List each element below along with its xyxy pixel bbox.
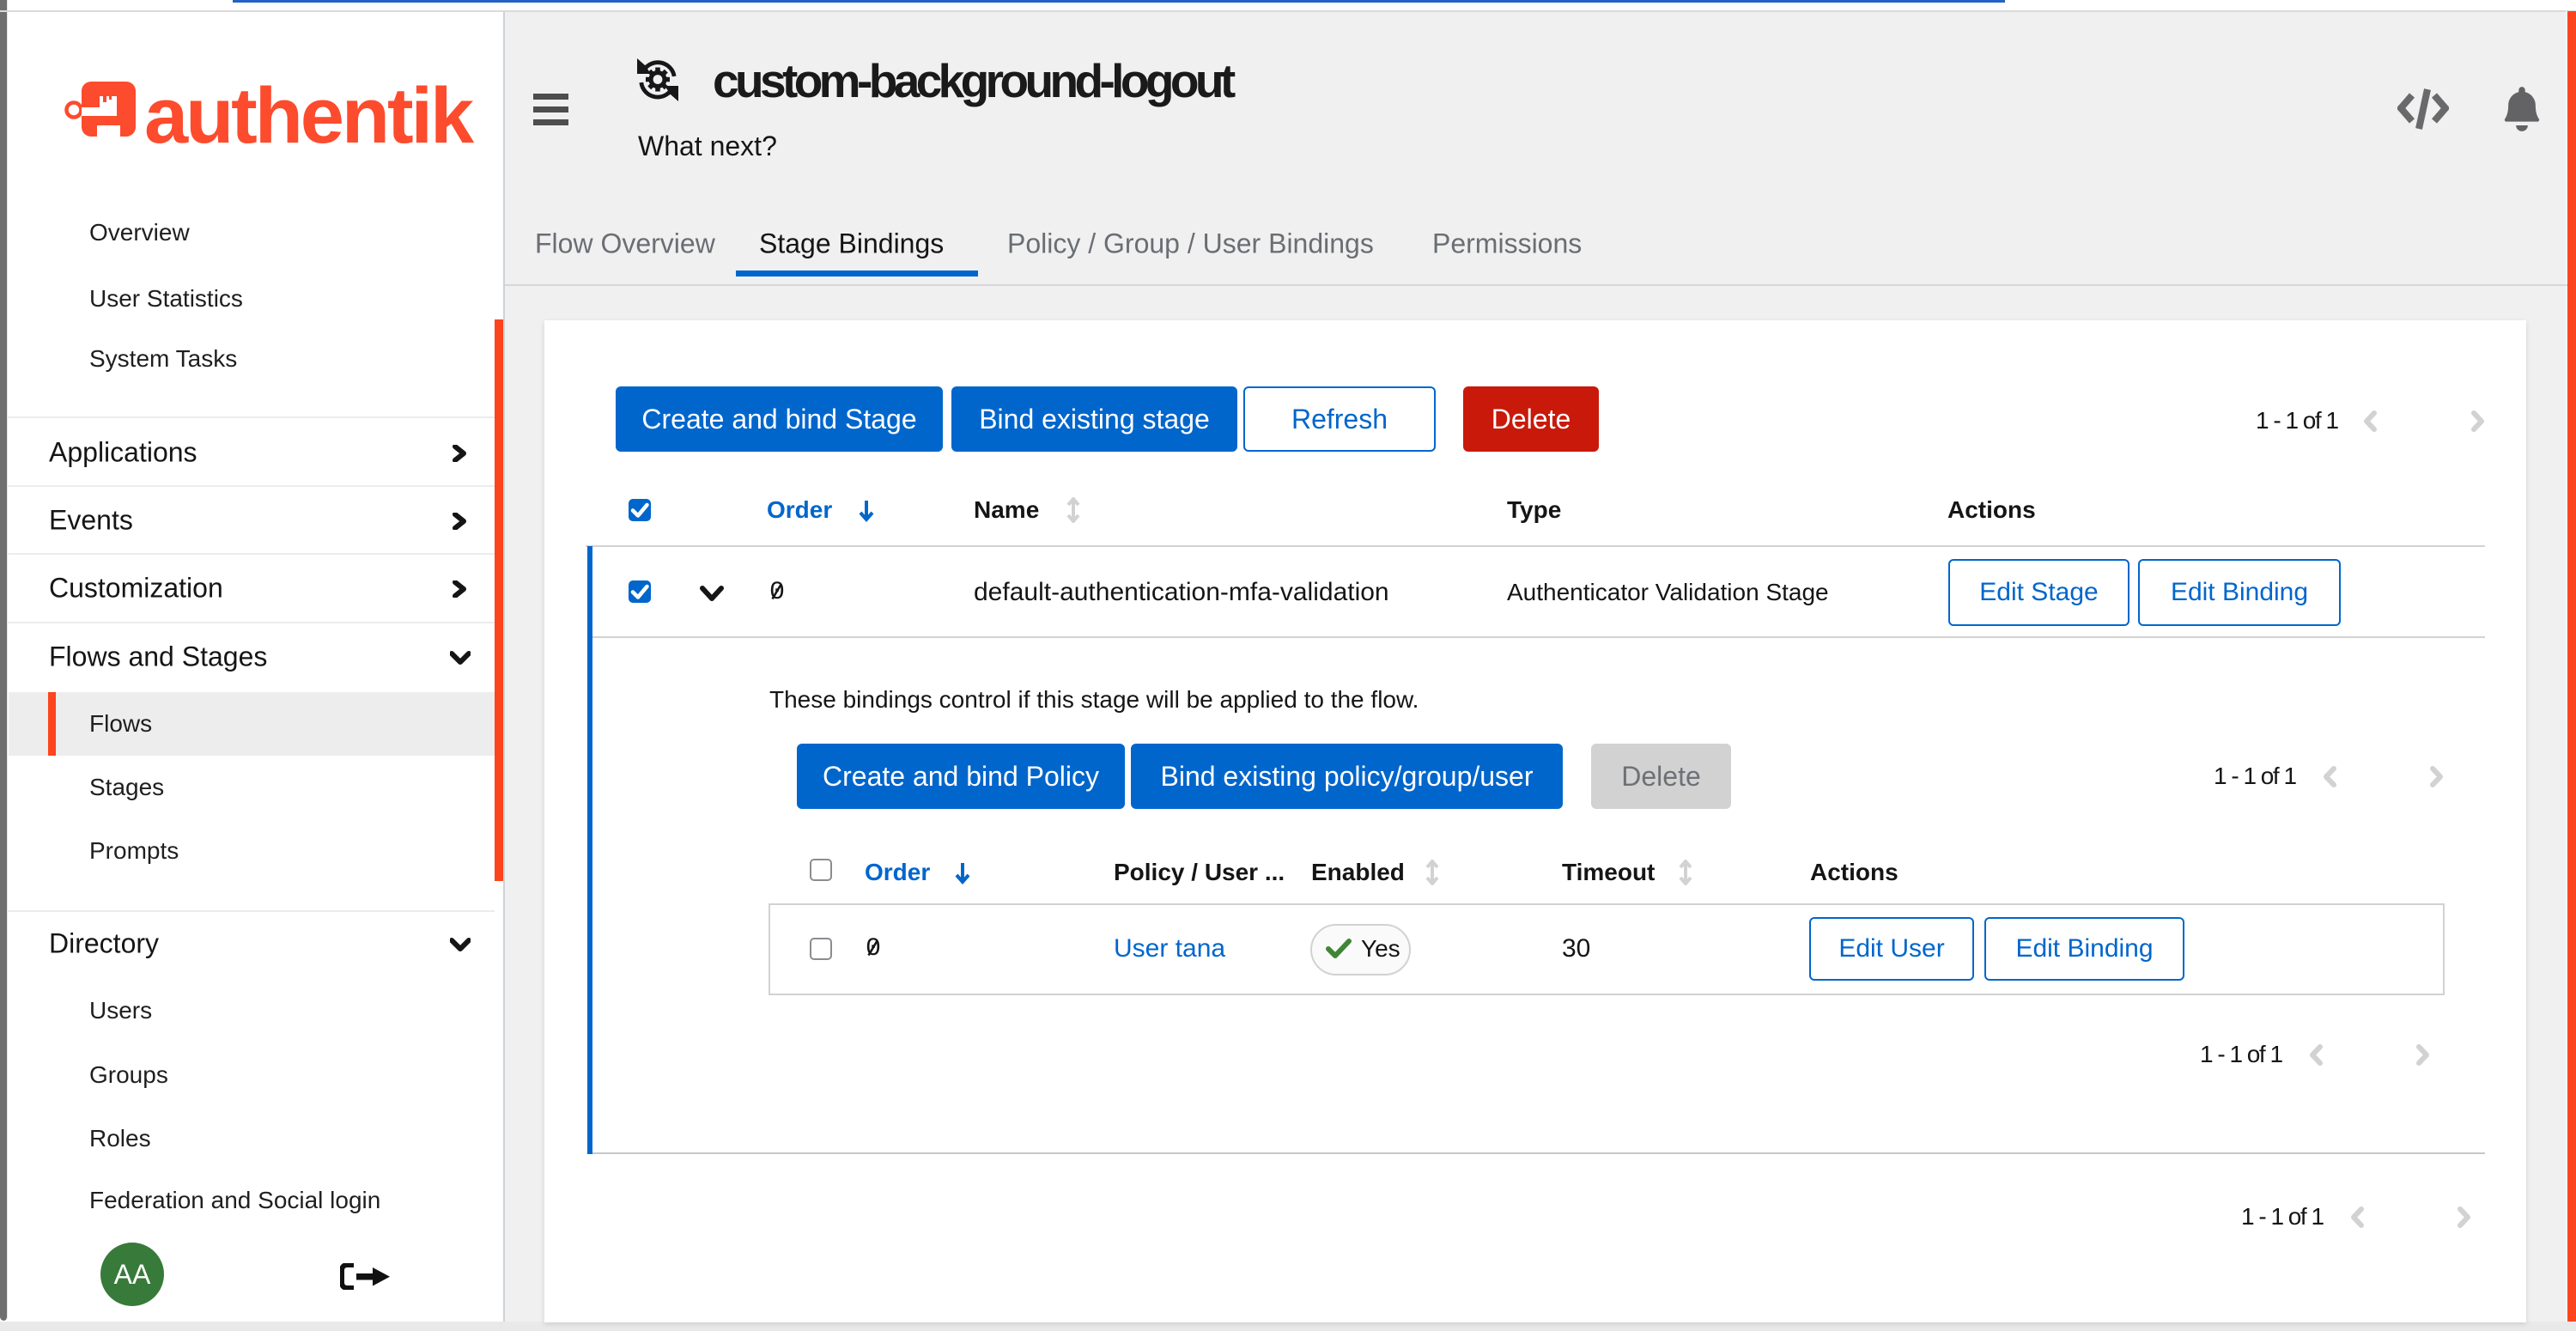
svg-text:authentik: authentik xyxy=(144,82,475,149)
